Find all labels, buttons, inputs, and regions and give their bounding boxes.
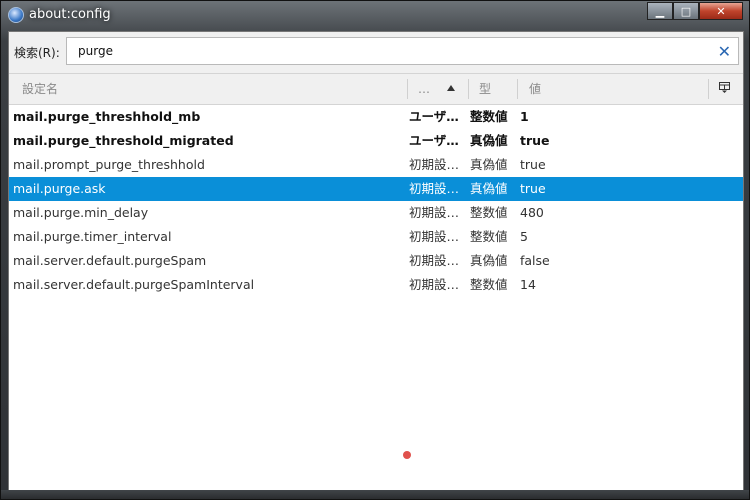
search-value: purge <box>78 44 113 58</box>
pref-type: 整数値 <box>470 109 508 124</box>
pref-name: mail.purge.ask <box>13 181 106 196</box>
minimize-button[interactable]: ▁ <box>647 2 673 20</box>
pref-status: 初期設… <box>409 253 460 268</box>
pref-name: mail.server.default.purgeSpam <box>13 253 207 268</box>
pref-type: 真偽値 <box>470 157 508 172</box>
pref-value: false <box>520 253 550 268</box>
pref-status: 初期設… <box>409 277 460 292</box>
column-header-status[interactable]: … <box>418 74 430 104</box>
maximize-icon: □ <box>680 4 692 18</box>
pref-status: 初期設… <box>409 181 460 196</box>
pref-status: ユーザ… <box>409 109 459 124</box>
close-button[interactable]: ✕ <box>699 2 743 20</box>
table-row[interactable]: mail.purge.timer_interval 初期設… 整数値 5 <box>9 225 743 249</box>
table-row[interactable]: mail.purge_threshold_migrated ユーザ… 真偽値 t… <box>9 129 743 153</box>
column-divider[interactable] <box>517 79 518 99</box>
column-header-type[interactable]: 型 <box>479 74 491 104</box>
table-row[interactable]: mail.purge_threshhold_mb ユーザ… 整数値 1 <box>9 105 743 129</box>
column-divider[interactable] <box>468 79 469 99</box>
preference-list: mail.purge_threshhold_mb ユーザ… 整数値 1 mail… <box>9 105 743 297</box>
pref-type: 整数値 <box>470 229 508 244</box>
cursor-indicator <box>403 451 411 459</box>
search-input[interactable]: purge ✕ <box>66 37 739 65</box>
pref-type: 整数値 <box>470 205 508 220</box>
pref-type: 真偽値 <box>470 133 508 148</box>
pref-name: mail.purge.min_delay <box>13 205 149 220</box>
pref-type: 真偽値 <box>470 253 508 268</box>
pref-value: true <box>520 157 546 172</box>
table-row[interactable]: mail.prompt_purge_threshhold 初期設… 真偽値 tr… <box>9 153 743 177</box>
window: about:config ▁ □ ✕ 検索(R): purge ✕ 設定名 … … <box>0 0 750 500</box>
pref-name: mail.purge_threshold_migrated <box>13 133 234 148</box>
pref-value: true <box>520 181 546 196</box>
sort-ascending-icon <box>447 85 455 91</box>
column-header-value[interactable]: 値 <box>529 74 541 104</box>
minimize-icon: ▁ <box>655 4 665 18</box>
pref-value: 1 <box>520 109 529 124</box>
pref-value: 5 <box>520 229 528 244</box>
clear-search-icon[interactable]: ✕ <box>718 42 731 61</box>
pref-status: 初期設… <box>409 205 460 220</box>
column-divider[interactable] <box>407 79 408 99</box>
column-header-name[interactable]: 設定名 <box>22 74 58 104</box>
pref-type: 真偽値 <box>470 181 508 196</box>
pref-value: true <box>520 133 550 148</box>
column-header: 設定名 … 型 値 <box>9 74 743 105</box>
column-picker-icon[interactable] <box>719 82 730 93</box>
column-divider[interactable] <box>708 79 709 99</box>
pref-type: 整数値 <box>470 277 508 292</box>
pref-name: mail.purge.timer_interval <box>13 229 172 244</box>
pref-status: 初期設… <box>409 229 460 244</box>
close-icon: ✕ <box>716 4 726 18</box>
pref-name: mail.purge_threshhold_mb <box>13 109 201 124</box>
search-label: 検索(R): <box>14 46 60 60</box>
table-row[interactable]: mail.purge.ask 初期設… 真偽値 true <box>9 177 743 201</box>
window-bottom-frame[interactable] <box>1 490 749 499</box>
config-panel: 検索(R): purge ✕ 設定名 … 型 値 mail.purge_thre… <box>8 31 744 491</box>
window-title: about:config <box>29 7 111 22</box>
thunderbird-icon <box>8 7 24 23</box>
table-row[interactable]: mail.purge.min_delay 初期設… 整数値 480 <box>9 201 743 225</box>
table-row[interactable]: mail.server.default.purgeSpamInterval 初期… <box>9 273 743 297</box>
maximize-button[interactable]: □ <box>673 2 699 20</box>
title-bar[interactable]: about:config ▁ □ ✕ <box>1 1 749 29</box>
pref-name: mail.server.default.purgeSpamInterval <box>13 277 255 292</box>
table-row[interactable]: mail.server.default.purgeSpam 初期設… 真偽値 f… <box>9 249 743 273</box>
pref-value: 480 <box>520 205 544 220</box>
window-controls: ▁ □ ✕ <box>647 2 743 20</box>
pref-status: 初期設… <box>409 157 460 172</box>
pref-value: 14 <box>520 277 536 292</box>
pref-name: mail.prompt_purge_threshhold <box>13 157 205 172</box>
search-bar: 検索(R): purge ✕ <box>9 32 743 74</box>
pref-status: ユーザ… <box>409 133 459 148</box>
